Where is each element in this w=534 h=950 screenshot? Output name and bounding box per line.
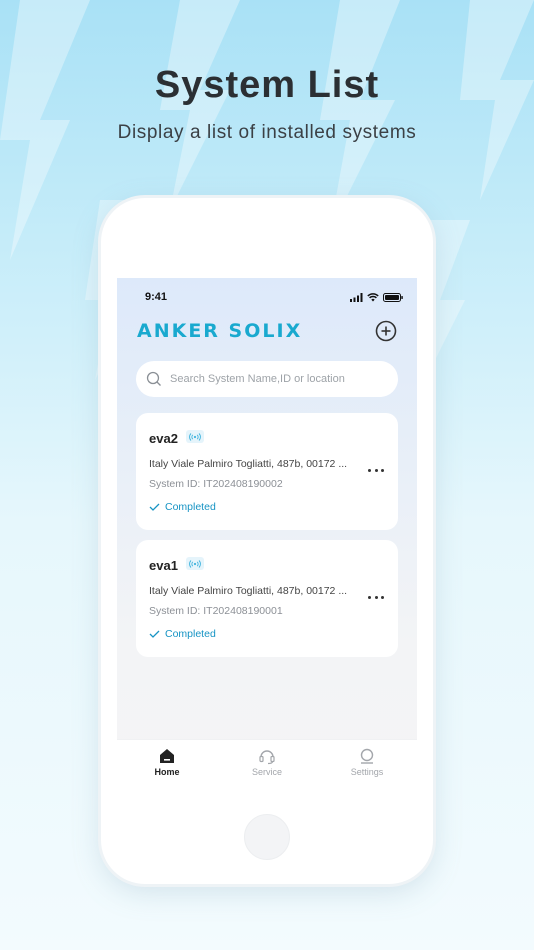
check-icon: [149, 503, 160, 511]
app-screen: 9:41 ANKER SOLIX Search System Name,ID o…: [117, 278, 417, 800]
status-completed: Completed: [149, 501, 216, 513]
tab-label: Service: [251, 767, 282, 777]
more-options-button[interactable]: [368, 463, 384, 477]
app-header: ANKER SOLIX: [137, 318, 397, 344]
tab-settings[interactable]: Settings: [332, 747, 402, 800]
bottom-tab-bar: Home Service Settings: [117, 739, 417, 800]
more-dot-icon: [381, 468, 384, 472]
battery-icon: [383, 292, 403, 302]
system-address: Italy Viale Palmiro Togliatti, 487b, 001…: [149, 458, 348, 470]
more-options-button[interactable]: [368, 590, 384, 604]
signal-broadcast-icon: [189, 559, 201, 568]
search-icon: [146, 371, 161, 386]
more-dot-icon: [381, 595, 384, 599]
tab-home[interactable]: Home: [132, 747, 202, 800]
status-label: Completed: [165, 501, 216, 513]
tab-label: Home: [154, 767, 180, 777]
settings-icon: [360, 748, 374, 764]
more-dot-icon: [368, 595, 371, 599]
phone-home-button: [244, 814, 290, 860]
search-input[interactable]: [170, 373, 398, 385]
check-icon: [149, 630, 160, 638]
wifi-icon: [367, 292, 379, 301]
more-dot-icon: [374, 595, 378, 599]
system-name: eva2: [149, 431, 178, 446]
system-address: Italy Viale Palmiro Togliatti, 487b, 001…: [149, 585, 348, 597]
more-dot-icon: [368, 468, 371, 472]
connection-badge: [186, 557, 204, 570]
signal-icon: [350, 292, 363, 302]
signal-broadcast-icon: [189, 432, 201, 441]
connection-badge: [186, 430, 204, 443]
promo-subtitle: Display a list of installed systems: [117, 122, 417, 143]
system-id: System ID: IT202408190001: [149, 605, 283, 617]
system-card[interactable]: eva1 Italy Viale Palmiro Togliatti, 487b…: [136, 540, 398, 657]
status-label: Completed: [165, 628, 216, 640]
headset-icon: [259, 750, 275, 765]
add-system-button[interactable]: [375, 320, 397, 342]
promo-title: System List: [154, 64, 380, 106]
home-icon: [160, 749, 174, 763]
search-bar: [136, 361, 398, 397]
more-dot-icon: [374, 468, 378, 472]
system-id: System ID: IT202408190002: [149, 478, 283, 490]
system-card[interactable]: eva2 Italy Viale Palmiro Togliatti, 487b…: [136, 413, 398, 530]
tab-service[interactable]: Service: [232, 747, 302, 800]
status-time: 9:41: [145, 291, 168, 303]
status-completed: Completed: [149, 628, 216, 640]
status-bar: 9:41: [145, 290, 403, 304]
status-icons: [350, 292, 403, 302]
tab-label: Settings: [350, 767, 384, 777]
brand-logo: ANKER SOLIX: [137, 320, 303, 342]
system-name: eva1: [149, 558, 178, 573]
phone-frame: 9:41 ANKER SOLIX Search System Name,ID o…: [101, 198, 433, 884]
